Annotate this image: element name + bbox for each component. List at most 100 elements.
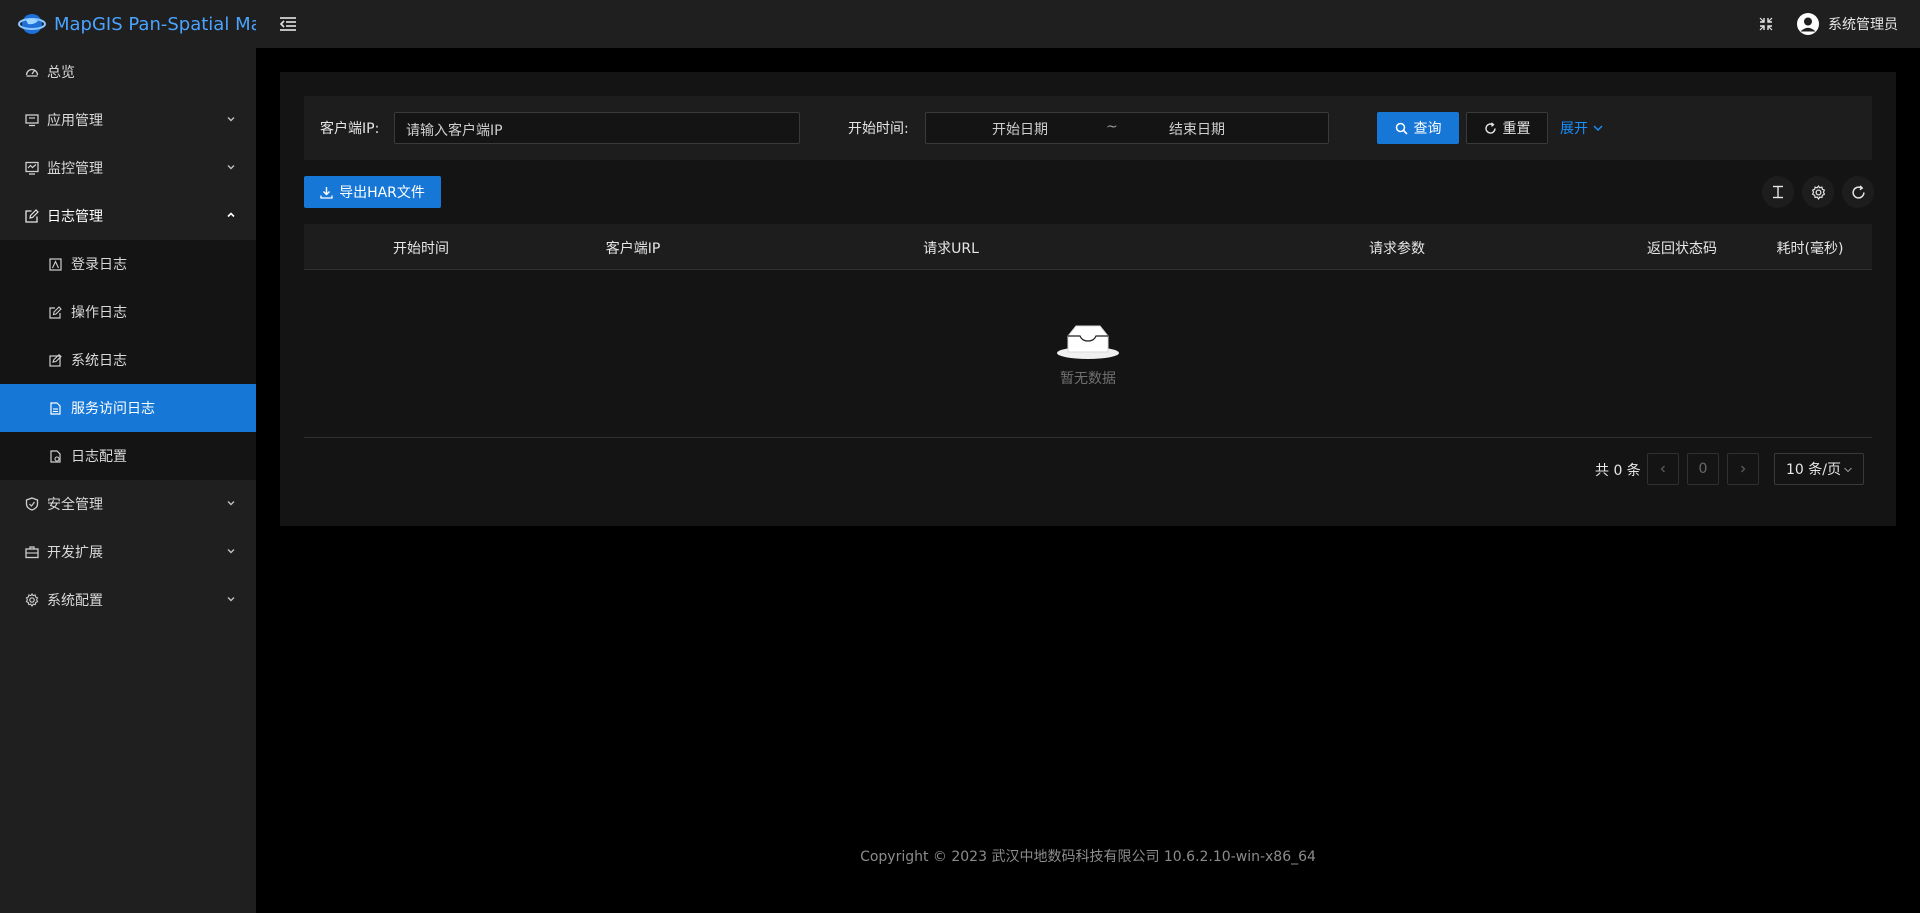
sidebar-item-login-log[interactable]: 登录日志	[0, 240, 256, 288]
sidebar-item-label: 总览	[47, 65, 75, 81]
start-time-label: 开始时间:	[848, 121, 909, 137]
reset-label: 重置	[1502, 121, 1531, 137]
app-title: MapGIS Pan-Spatial Map	[54, 13, 274, 35]
sidebar-item-overview[interactable]: 总览	[0, 48, 256, 96]
page-number[interactable]: 0	[1687, 453, 1719, 485]
page-size-select[interactable]: 10 条/页	[1774, 453, 1864, 485]
expand-link[interactable]: 展开	[1560, 118, 1604, 138]
query-button[interactable]: 查询	[1377, 112, 1459, 144]
export-har-button[interactable]: 导出HAR文件	[304, 176, 441, 208]
avatar	[1797, 13, 1819, 35]
globe-logo-icon	[18, 14, 46, 34]
column-header[interactable]: 客户端IP	[606, 238, 661, 258]
refresh-button[interactable]	[1842, 176, 1874, 208]
sidebar-item-service-access-log[interactable]: 服务访问日志	[0, 384, 256, 432]
sidebar-item-label: 日志配置	[71, 449, 127, 465]
sidebar-item-label: 服务访问日志	[71, 401, 155, 417]
user-menu[interactable]: 系统管理员	[1796, 12, 1898, 36]
prev-page-button[interactable]	[1647, 453, 1679, 485]
sidebar: MapGIS Pan-Spatial Map 总览 应用管理 监控管理 日志管理	[0, 0, 273, 913]
chevron-down-icon	[227, 501, 235, 506]
footer-copyright: Copyright © 2023 武汉中地数码科技有限公司 10.6.2.10-…	[860, 849, 1316, 865]
chevron-down-icon	[1593, 125, 1603, 131]
page-size-value: 10 条/页	[1786, 462, 1841, 478]
sidebar-item-system-config[interactable]: 系统配置	[0, 576, 256, 624]
file-settings-icon	[48, 449, 63, 464]
sidebar-item-label: 登录日志	[71, 257, 127, 273]
fullscreen-exit-icon[interactable]	[1758, 16, 1774, 32]
end-date-input[interactable]: 结束日期	[1169, 119, 1225, 139]
empty-box-icon	[1057, 325, 1119, 359]
column-header[interactable]: 耗时(毫秒)	[1777, 238, 1844, 258]
sidebar-item-label: 日志管理	[47, 209, 103, 225]
sidebar-item-label: 应用管理	[47, 113, 103, 129]
column-header[interactable]: 请求参数	[1369, 238, 1425, 258]
client-ip-input[interactable]: 请输入客户端IP	[394, 112, 800, 144]
export-label: 导出HAR文件	[339, 185, 425, 201]
chevron-down-icon	[227, 549, 235, 554]
edit-icon	[24, 209, 39, 224]
sidebar-item-label: 系统配置	[47, 593, 103, 609]
sidebar-item-label: 开发扩展	[47, 545, 103, 561]
sidebar-item-app-management[interactable]: 应用管理	[0, 96, 256, 144]
chevron-right-icon	[1741, 465, 1746, 473]
chevron-down-icon	[227, 117, 235, 122]
login-log-icon	[48, 257, 63, 272]
range-separator: ~	[1106, 119, 1118, 135]
chevron-up-icon	[227, 212, 235, 218]
pagination-total: 共 0 条	[1595, 463, 1641, 479]
sidebar-item-label: 安全管理	[47, 497, 103, 513]
column-header[interactable]: 开始时间	[393, 238, 449, 258]
gear-icon	[1811, 184, 1825, 200]
sidebar-item-operation-log[interactable]: 操作日志	[0, 288, 256, 336]
next-page-button[interactable]	[1727, 453, 1759, 485]
download-icon	[320, 186, 333, 199]
edit-icon	[48, 305, 63, 320]
dashboard-icon	[24, 65, 39, 80]
expand-label: 展开	[1560, 121, 1588, 137]
app-icon	[24, 113, 39, 128]
column-height-button[interactable]	[1762, 176, 1794, 208]
sidebar-item-label: 操作日志	[71, 305, 127, 321]
sidebar-item-label: 系统日志	[71, 353, 127, 369]
search-form: 客户端IP: 请输入客户端IP 开始时间: 开始日期 ~ 结束日期 查询 重置 …	[304, 96, 1872, 160]
sidebar-item-log-management[interactable]: 日志管理	[0, 192, 256, 240]
empty-text: 暂无数据	[1060, 371, 1116, 387]
column-settings-button[interactable]	[1802, 176, 1834, 208]
column-height-icon	[1773, 185, 1783, 199]
username: 系统管理员	[1828, 17, 1898, 33]
gear-icon	[24, 593, 39, 608]
chevron-down-icon	[227, 597, 235, 602]
client-ip-label: 客户端IP:	[320, 121, 380, 137]
sidebar-item-log-config[interactable]: 日志配置	[0, 432, 256, 480]
start-date-input[interactable]: 开始日期	[992, 119, 1048, 139]
column-header[interactable]: 返回状态码	[1647, 238, 1717, 258]
menu-fold-icon[interactable]	[278, 14, 298, 34]
chevron-left-icon	[1660, 465, 1665, 473]
query-label: 查询	[1413, 121, 1442, 137]
main-panel: 客户端IP: 请输入客户端IP 开始时间: 开始日期 ~ 结束日期 查询 重置 …	[280, 72, 1896, 526]
chevron-down-icon	[1844, 467, 1852, 473]
client-ip-placeholder: 请输入客户端IP	[406, 123, 503, 139]
log-submenu: 登录日志 操作日志 系统日志 服务访问日志 日志配置	[0, 240, 256, 480]
sidebar-item-label: 监控管理	[47, 161, 103, 177]
sidebar-item-monitor-management[interactable]: 监控管理	[0, 144, 256, 192]
toolbox-icon	[24, 545, 39, 560]
refresh-icon	[1851, 184, 1865, 199]
search-icon	[1395, 122, 1408, 135]
monitor-icon	[24, 161, 39, 176]
chevron-down-icon	[227, 165, 235, 170]
reset-button[interactable]: 重置	[1466, 112, 1548, 144]
table-header: 开始时间 客户端IP 请求URL 请求参数 返回状态码 耗时(毫秒)	[304, 224, 1872, 270]
table-empty-state: 暂无数据	[304, 270, 1872, 438]
column-header[interactable]: 请求URL	[923, 238, 979, 258]
reload-icon	[1484, 121, 1496, 134]
sidebar-item-dev-extension[interactable]: 开发扩展	[0, 528, 256, 576]
date-range-picker[interactable]: 开始日期 ~ 结束日期	[925, 112, 1329, 144]
top-header: 系统管理员	[256, 0, 1920, 48]
sidebar-item-security-management[interactable]: 安全管理	[0, 480, 256, 528]
file-icon	[48, 401, 63, 416]
app-logo[interactable]: MapGIS Pan-Spatial Map	[0, 0, 273, 48]
shield-icon	[24, 497, 39, 512]
sidebar-item-system-log[interactable]: 系统日志	[0, 336, 256, 384]
